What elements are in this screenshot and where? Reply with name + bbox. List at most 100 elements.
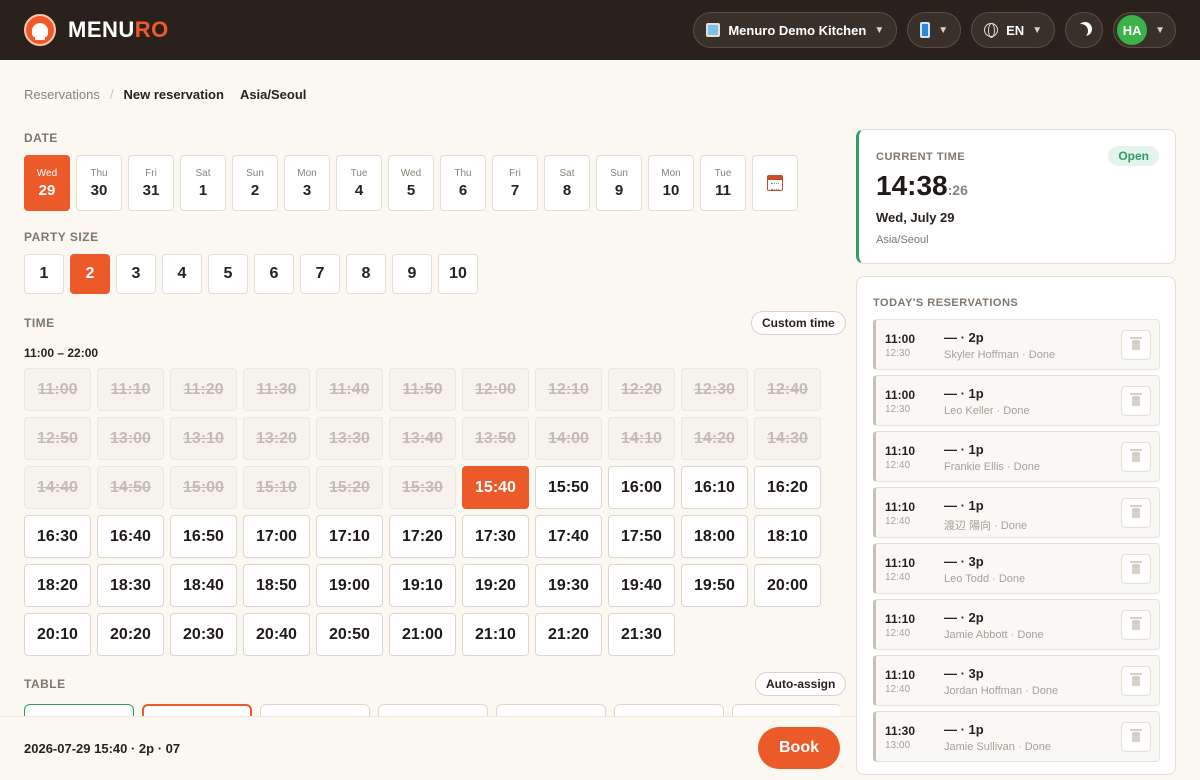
delete-reservation-button[interactable] bbox=[1121, 386, 1151, 416]
party-size-option[interactable]: 4 bbox=[162, 254, 202, 294]
time-slot[interactable]: 17:10 bbox=[316, 515, 383, 558]
delete-reservation-button[interactable] bbox=[1121, 330, 1151, 360]
party-size-selected[interactable]: 2 bbox=[70, 254, 110, 294]
delete-reservation-button[interactable] bbox=[1121, 722, 1151, 752]
date-option[interactable]: Thu 30 bbox=[76, 155, 122, 211]
reservation-item[interactable]: 11:30 13:00 — · 1p Jamie Sullivan · Done bbox=[873, 711, 1160, 762]
date-option[interactable]: Wed 5 bbox=[388, 155, 434, 211]
time-slot[interactable]: 19:50 bbox=[681, 564, 748, 607]
party-size-option[interactable]: 7 bbox=[300, 254, 340, 294]
time-slot[interactable]: 18:30 bbox=[97, 564, 164, 607]
reservation-item[interactable]: 11:10 12:40 — · 2p Jamie Abbott · Done bbox=[873, 599, 1160, 650]
time-slot[interactable]: 17:20 bbox=[389, 515, 456, 558]
calendar-button[interactable] bbox=[752, 155, 798, 211]
table-card-selected[interactable] bbox=[142, 704, 252, 716]
time-slot[interactable]: 15:50 bbox=[535, 466, 602, 509]
time-slot[interactable]: 19:10 bbox=[389, 564, 456, 607]
time-slot[interactable]: 18:40 bbox=[170, 564, 237, 607]
time-slot[interactable]: 20:40 bbox=[243, 613, 310, 656]
time-slot-selected[interactable]: 15:40 bbox=[462, 466, 529, 509]
date-option[interactable]: Mon 10 bbox=[648, 155, 694, 211]
date-option[interactable]: Tue 4 bbox=[336, 155, 382, 211]
date-option-selected[interactable]: Wed 29 bbox=[24, 155, 70, 211]
table-card[interactable] bbox=[732, 704, 840, 716]
reservation-item[interactable]: 11:10 12:40 — · 1p 渡辺 陽向 · Done bbox=[873, 487, 1160, 538]
date-option[interactable]: Sun 9 bbox=[596, 155, 642, 211]
time-slot[interactable]: 19:00 bbox=[316, 564, 383, 607]
time-slot[interactable]: 21:30 bbox=[608, 613, 675, 656]
time-slot[interactable]: 17:00 bbox=[243, 515, 310, 558]
time-slot[interactable]: 20:50 bbox=[316, 613, 383, 656]
time-slot[interactable]: 19:20 bbox=[462, 564, 529, 607]
time-slot[interactable]: 18:20 bbox=[24, 564, 91, 607]
table-card[interactable] bbox=[496, 704, 606, 716]
reservation-start: 11:10 bbox=[885, 668, 916, 682]
breadcrumb: Reservations / New reservation Asia/Seou… bbox=[24, 87, 306, 102]
date-option[interactable]: Sun 2 bbox=[232, 155, 278, 211]
kitchen-selector[interactable]: Menuro Demo Kitchen ▼ bbox=[693, 12, 898, 48]
party-size-option[interactable]: 10 bbox=[438, 254, 478, 294]
time-slot[interactable]: 16:10 bbox=[681, 466, 748, 509]
user-menu[interactable]: HA ▼ bbox=[1113, 12, 1176, 48]
date-option[interactable]: Tue 11 bbox=[700, 155, 746, 211]
table-card[interactable] bbox=[24, 704, 134, 716]
table-card[interactable] bbox=[378, 704, 488, 716]
party-size-option[interactable]: 1 bbox=[24, 254, 64, 294]
date-option[interactable]: Fri 7 bbox=[492, 155, 538, 211]
time-slot[interactable]: 17:30 bbox=[462, 515, 529, 558]
custom-time-button[interactable]: Custom time bbox=[751, 311, 846, 335]
delete-reservation-button[interactable] bbox=[1121, 610, 1151, 640]
time-slot[interactable]: 18:50 bbox=[243, 564, 310, 607]
party-size-option[interactable]: 9 bbox=[392, 254, 432, 294]
device-selector[interactable]: ▼ bbox=[907, 12, 962, 48]
reservation-item[interactable]: 11:10 12:40 — · 3p Leo Todd · Done bbox=[873, 543, 1160, 594]
time-slot[interactable]: 16:00 bbox=[608, 466, 675, 509]
party-size-option[interactable]: 8 bbox=[346, 254, 386, 294]
delete-reservation-button[interactable] bbox=[1121, 442, 1151, 472]
time-slot[interactable]: 16:40 bbox=[97, 515, 164, 558]
date-weekday: Tue bbox=[350, 167, 368, 179]
party-size-option[interactable]: 6 bbox=[254, 254, 294, 294]
delete-reservation-button[interactable] bbox=[1121, 554, 1151, 584]
party-size-option[interactable]: 3 bbox=[116, 254, 156, 294]
time-slot[interactable]: 17:50 bbox=[608, 515, 675, 558]
time-slot[interactable]: 20:00 bbox=[754, 564, 821, 607]
reservation-item[interactable]: 11:00 12:30 — · 1p Leo Keller · Done bbox=[873, 375, 1160, 426]
time-slot[interactable]: 21:10 bbox=[462, 613, 529, 656]
time-slot[interactable]: 20:10 bbox=[24, 613, 91, 656]
date-weekday: Mon bbox=[661, 167, 681, 179]
date-option[interactable]: Mon 3 bbox=[284, 155, 330, 211]
auto-assign-button[interactable]: Auto-assign bbox=[755, 672, 847, 696]
time-slot[interactable]: 19:40 bbox=[608, 564, 675, 607]
avatar: HA bbox=[1117, 15, 1148, 45]
reservation-item[interactable]: 11:10 12:40 — · 1p Frankie Ellis · Done bbox=[873, 431, 1160, 482]
table-card[interactable] bbox=[260, 704, 370, 716]
time-slot[interactable]: 20:30 bbox=[170, 613, 237, 656]
time-slot[interactable]: 20:20 bbox=[97, 613, 164, 656]
time-slot[interactable]: 16:50 bbox=[170, 515, 237, 558]
book-button[interactable]: Book bbox=[758, 727, 840, 769]
language-selector[interactable]: EN ▼ bbox=[971, 12, 1056, 48]
reservation-item[interactable]: 11:00 12:30 — · 2p Skyler Hoffman · Done bbox=[873, 319, 1160, 370]
time-slot[interactable]: 17:40 bbox=[535, 515, 602, 558]
date-option[interactable]: Sat 8 bbox=[544, 155, 590, 211]
date-option[interactable]: Thu 6 bbox=[440, 155, 486, 211]
reservation-item[interactable]: 11:10 12:40 — · 3p Jordan Hoffman · Done bbox=[873, 655, 1160, 706]
breadcrumb-reservations[interactable]: Reservations bbox=[24, 87, 100, 102]
date-option[interactable]: Fri 31 bbox=[128, 155, 174, 211]
reservation-party: — · 2p bbox=[944, 610, 984, 625]
time-slot[interactable]: 19:30 bbox=[535, 564, 602, 607]
delete-reservation-button[interactable] bbox=[1121, 498, 1151, 528]
delete-reservation-button[interactable] bbox=[1121, 666, 1151, 696]
time-slot[interactable]: 21:00 bbox=[389, 613, 456, 656]
date-option[interactable]: Sat 1 bbox=[180, 155, 226, 211]
time-slot[interactable]: 16:30 bbox=[24, 515, 91, 558]
theme-toggle[interactable] bbox=[1065, 12, 1104, 48]
logo[interactable]: MENURO bbox=[24, 14, 169, 46]
time-slot[interactable]: 18:10 bbox=[754, 515, 821, 558]
table-card[interactable] bbox=[614, 704, 724, 716]
time-slot[interactable]: 21:20 bbox=[535, 613, 602, 656]
time-slot[interactable]: 18:00 bbox=[681, 515, 748, 558]
party-size-option[interactable]: 5 bbox=[208, 254, 248, 294]
time-slot[interactable]: 16:20 bbox=[754, 466, 821, 509]
